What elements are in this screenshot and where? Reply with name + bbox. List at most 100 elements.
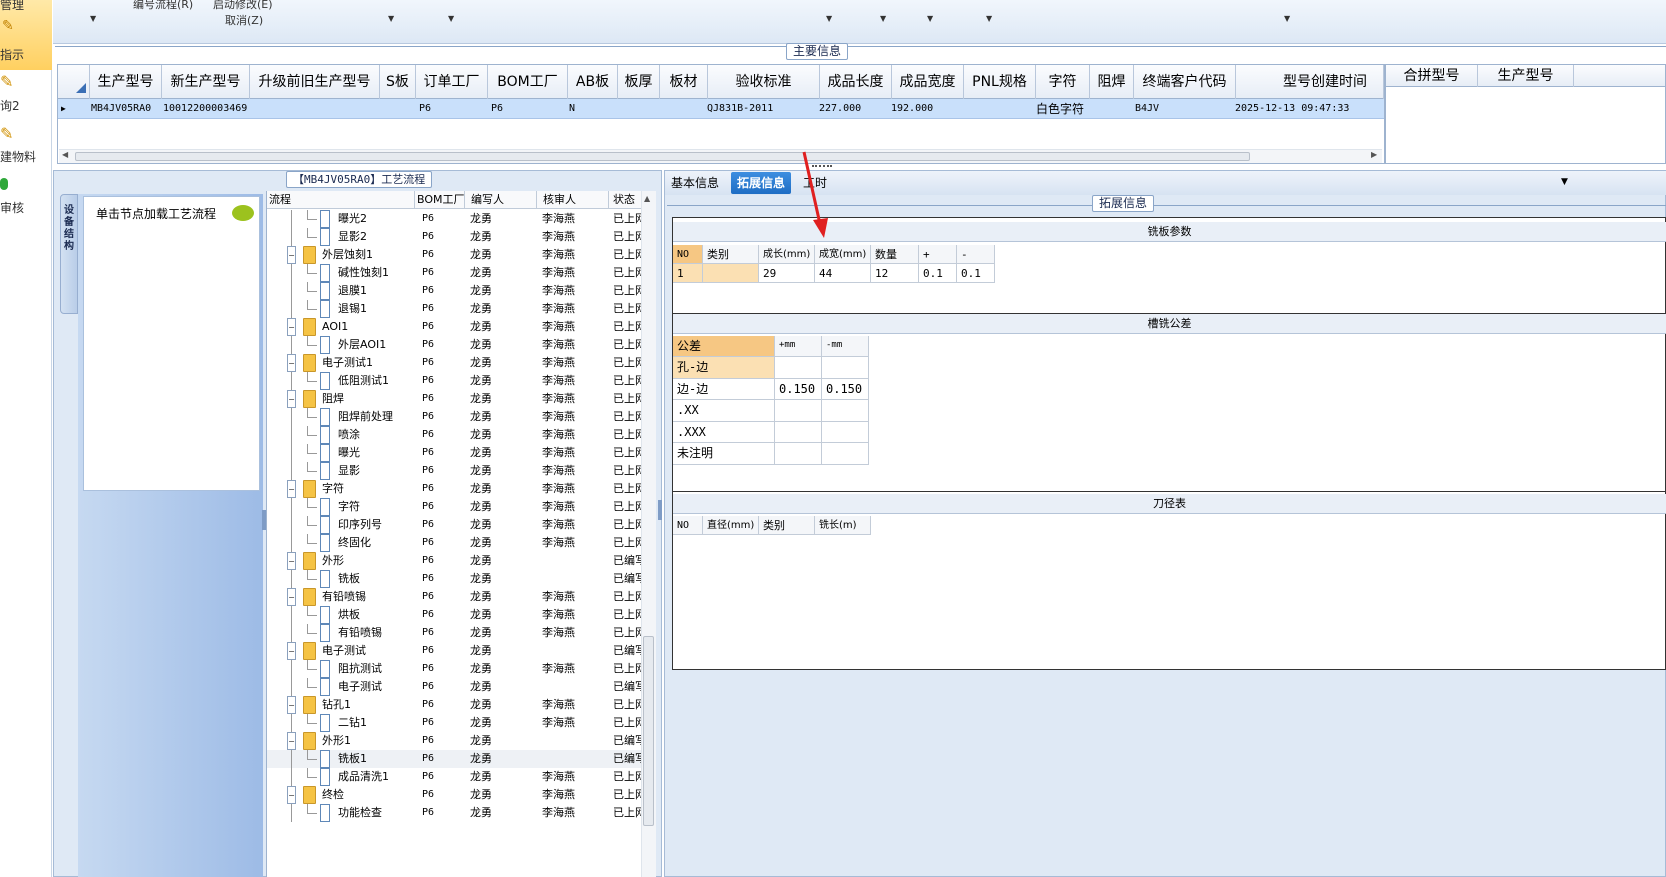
col-production-model[interactable]: 生产型号 <box>90 65 162 99</box>
col-writer[interactable]: 编写人 <box>465 191 537 209</box>
tol-cell-plus[interactable] <box>775 400 822 422</box>
tree-row[interactable]: − 钻孔1 P6 龙勇 李海燕 已上网 <box>267 696 645 714</box>
tree-row[interactable]: 烘板 P6 龙勇 李海燕 已上网 <box>267 606 645 624</box>
tree-row[interactable]: − 外形 P6 龙勇 已编写 <box>267 552 645 570</box>
tree-row[interactable]: 曝光2 P6 龙勇 李海燕 已上网 <box>267 210 645 228</box>
tol-cell-name[interactable]: 未注明 <box>673 443 775 465</box>
tree-row[interactable]: − 电子测试 P6 龙勇 已编写 <box>267 642 645 660</box>
collapse-icon[interactable]: − <box>287 390 296 408</box>
nav-item-0[interactable]: 管理 <box>0 0 24 13</box>
tree-row[interactable]: 功能检查 P6 龙勇 李海燕 已上网 <box>267 804 645 822</box>
tree-row[interactable]: 成品清洗1 P6 龙勇 李海燕 已上网 <box>267 768 645 786</box>
tol-cell-plus[interactable] <box>775 443 822 465</box>
col-order-factory[interactable]: 订单工厂 <box>416 65 488 99</box>
tree-row[interactable]: − AOI1 P6 龙勇 李海燕 已上网 <box>267 318 645 336</box>
col-new-model[interactable]: 新生产型号 <box>162 65 250 99</box>
mill-cell-minus[interactable]: 0.1 <box>957 264 995 283</box>
tree-row[interactable]: − 字符 P6 龙勇 李海燕 已上网 <box>267 480 645 498</box>
tol-cell-name[interactable]: .XXX <box>673 421 775 443</box>
dropdown-arrow-icon[interactable]: ▼ <box>986 14 992 23</box>
tol-cell-plus[interactable] <box>775 421 822 443</box>
mill-cell-width[interactable]: 44 <box>815 264 871 283</box>
tol-cell-minus[interactable] <box>822 357 869 379</box>
col-created-time[interactable]: 型号创建时间 <box>1236 65 1384 99</box>
tree-row[interactable]: 显影 P6 龙勇 李海燕 已上网 <box>267 462 645 480</box>
dropdown-arrow-icon[interactable]: ▼ <box>1561 177 1568 187</box>
scroll-up-icon[interactable]: ▲ <box>644 194 650 203</box>
collapse-icon[interactable]: − <box>287 354 296 372</box>
col-ab-board[interactable]: AB板 <box>568 65 618 99</box>
tol-cell-name[interactable]: 孔-边 <box>673 357 775 379</box>
tol-cell-plus[interactable]: 0.150 <box>775 378 822 400</box>
tree-row[interactable]: 字符 P6 龙勇 李海燕 已上网 <box>267 498 645 516</box>
tree-row[interactable]: 碱性蚀刻1 P6 龙勇 李海燕 已上网 <box>267 264 645 282</box>
col-s-board[interactable]: S板 <box>380 65 416 99</box>
nav-item-3[interactable]: 建物料 <box>0 148 36 165</box>
collapse-icon[interactable]: − <box>287 588 296 606</box>
tol-cell-plus[interactable] <box>775 357 822 379</box>
col-bom-factory[interactable]: BOM工厂 <box>415 191 465 209</box>
toolbar-item-start-edit[interactable]: 启动修改(E) <box>213 0 273 12</box>
tree-row[interactable]: − 终检 P6 龙勇 李海燕 已上网 <box>267 786 645 804</box>
nav-item-1[interactable]: 指示 <box>0 46 24 63</box>
collapse-icon[interactable]: − <box>287 246 296 264</box>
col-pnl[interactable]: PNL规格 <box>964 65 1036 99</box>
splitter-handle[interactable] <box>658 500 662 520</box>
toolbar-item-number-flow[interactable]: 编号流程(R) <box>133 0 193 12</box>
dropdown-arrow-icon[interactable]: ▼ <box>388 14 394 23</box>
tree-row[interactable]: 电子测试 P6 龙勇 已编写 <box>267 678 645 696</box>
collapse-icon[interactable]: − <box>287 552 296 570</box>
scroll-left-icon[interactable]: ◀ <box>62 150 68 159</box>
tree-row[interactable]: 阻抗测试 P6 龙勇 李海燕 已上网 <box>267 660 645 678</box>
collapse-icon[interactable]: − <box>287 732 296 750</box>
col-width[interactable]: 成品宽度 <box>892 65 964 99</box>
collapse-icon[interactable]: − <box>287 642 296 660</box>
table-row[interactable]: ▶ MB4JV05RA0 10012200003469 P6 P6 N QJ83… <box>58 99 1384 119</box>
mill-cell-length[interactable]: 29 <box>759 264 815 283</box>
tree-row[interactable]: 二钻1 P6 龙勇 李海燕 已上网 <box>267 714 645 732</box>
tree-row[interactable]: − 外层蚀刻1 P6 龙勇 李海燕 已上网 <box>267 246 645 264</box>
collapse-icon[interactable]: − <box>287 318 296 336</box>
tree-row[interactable]: − 电子测试1 P6 龙勇 李海燕 已上网 <box>267 354 645 372</box>
tree-row[interactable]: 铣板 P6 龙勇 已编写 <box>267 570 645 588</box>
toolbar-item-cancel[interactable]: 取消(Z) <box>225 12 263 28</box>
col-reviewer[interactable]: 核审人 <box>537 191 609 209</box>
dropdown-arrow-icon[interactable]: ▼ <box>1284 14 1290 23</box>
tree-row[interactable]: − 阻焊 P6 龙勇 李海燕 已上网 <box>267 390 645 408</box>
col-merge-model[interactable]: 合拼型号 <box>1386 65 1478 87</box>
col-status[interactable]: 状态 <box>609 191 645 209</box>
dropdown-arrow-icon[interactable]: ▼ <box>448 14 454 23</box>
tree-row[interactable]: − 有铅喷锡 P6 龙勇 李海燕 已上网 <box>267 588 645 606</box>
splitter-grip[interactable] <box>812 165 832 168</box>
tree-row[interactable]: 退膜1 P6 龙勇 李海燕 已上网 <box>267 282 645 300</box>
tree-row[interactable]: − 外形1 P6 龙勇 已编写 <box>267 732 645 750</box>
dropdown-arrow-icon[interactable]: ▼ <box>90 14 96 23</box>
scroll-thumb[interactable] <box>643 636 654 826</box>
col-customer-code[interactable]: 终端客户代码 <box>1134 65 1236 99</box>
col-char[interactable]: 字符 <box>1036 65 1090 99</box>
col-standard[interactable]: 验收标准 <box>708 65 820 99</box>
dropdown-arrow-icon[interactable]: ▼ <box>826 14 832 23</box>
side-tab[interactable]: 设备结构 <box>60 194 78 314</box>
col-length[interactable]: 成品长度 <box>820 65 892 99</box>
col-flow[interactable]: 流程 <box>267 191 415 209</box>
nav-item-4[interactable]: 审核 <box>0 199 24 216</box>
col-production-model-2[interactable]: 生产型号 <box>1478 65 1574 87</box>
tree-row[interactable]: 低阻测试1 P6 龙勇 李海燕 已上网 <box>267 372 645 390</box>
tree-row[interactable]: 终固化 P6 龙勇 李海燕 已上网 <box>267 534 645 552</box>
collapse-icon[interactable]: − <box>287 786 296 804</box>
collapse-icon[interactable]: − <box>287 480 296 498</box>
scroll-right-icon[interactable]: ▶ <box>1371 150 1377 159</box>
col-solder-mask[interactable]: 阻焊 <box>1090 65 1134 99</box>
tol-cell-minus[interactable] <box>822 400 869 422</box>
tol-cell-minus[interactable] <box>822 421 869 443</box>
tol-cell-minus[interactable]: 0.150 <box>822 378 869 400</box>
mill-cell-qty[interactable]: 12 <box>871 264 919 283</box>
tree-row[interactable]: 阻焊前处理 P6 龙勇 李海燕 已上网 <box>267 408 645 426</box>
tol-cell-name[interactable]: .XX <box>673 400 775 422</box>
tol-cell-minus[interactable] <box>822 443 869 465</box>
tree-row[interactable]: 喷涂 P6 龙勇 李海燕 已上网 <box>267 426 645 444</box>
tab-basic-info[interactable]: 基本信息 <box>665 172 725 194</box>
tree-row[interactable]: 显影2 P6 龙勇 李海燕 已上网 <box>267 228 645 246</box>
tol-cell-name[interactable]: 边-边 <box>673 378 775 400</box>
